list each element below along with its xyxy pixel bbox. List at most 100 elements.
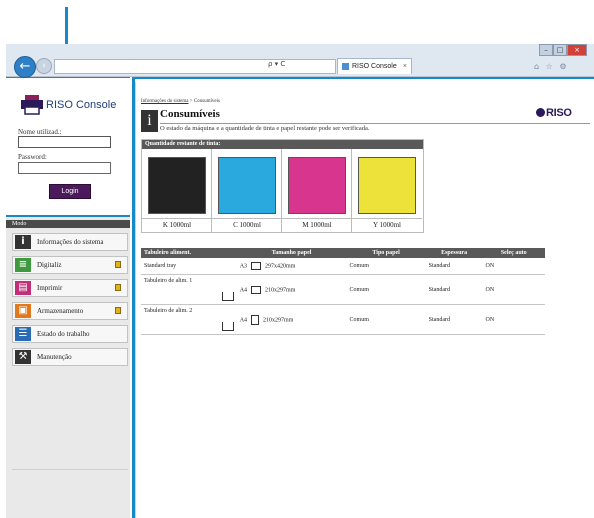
column-header: Tipo papel <box>346 248 426 258</box>
tab-close-icon[interactable]: × <box>403 59 407 75</box>
title-divider <box>160 123 590 124</box>
ink-remaining-panel: Quantidade restante de tinta: K 1000ml C … <box>141 139 424 233</box>
ink-level-swatch <box>288 157 346 214</box>
breadcrumb: Informações do sistema > Consumíveis <box>141 99 220 104</box>
favicon-icon <box>342 62 349 70</box>
paper-size: A4 <box>239 286 248 293</box>
paper-orientation-icon <box>251 314 260 325</box>
menu-item-label: Manutenção <box>37 353 72 361</box>
menu-header: Modo <box>6 220 130 228</box>
browser-toolbar: ← › ρ ▾ C RISO Console × – □ × ⌂ ☆ ⚙ <box>6 44 594 78</box>
menu-item-storage[interactable]: ▣ Armazenamento <box>12 302 128 320</box>
ink-panel-header: Quantidade restante de tinta: <box>142 140 423 149</box>
paper-type-cell: Comum <box>346 258 426 275</box>
menu-item-info[interactable]: i Informações do sistema <box>12 233 128 251</box>
page-description: O estado da máquina e a quantidade de ti… <box>160 125 370 132</box>
window-maximize-button[interactable]: □ <box>553 44 567 56</box>
ink-cartridge: M 1000ml <box>282 149 352 232</box>
menu-item-label: Armazenamento <box>37 307 84 315</box>
paper-dimensions: 297x420mm <box>265 263 296 270</box>
paper-size-cell: A4 210x297mm <box>236 274 347 305</box>
menu-item-label: Estado do trabalho <box>37 330 90 338</box>
back-button[interactable]: ← <box>14 56 36 78</box>
ink-label: Y 1000ml <box>352 218 422 233</box>
breadcrumb-link-system-info[interactable]: Informações do sistema <box>141 99 189 104</box>
menu-item-label: Informações do sistema <box>37 238 104 246</box>
paper-type-cell: Comum <box>346 274 426 305</box>
info-icon: i <box>15 235 31 249</box>
address-controls[interactable]: ρ ▾ C <box>268 60 285 68</box>
column-header: Seleç auto <box>482 248 545 258</box>
storage-icon: ▣ <box>15 304 31 318</box>
address-bar[interactable] <box>54 59 336 74</box>
paper-dimensions: 210x297mm <box>265 286 296 293</box>
password-input[interactable] <box>18 162 111 174</box>
job-status-icon: ☰ <box>15 327 31 341</box>
ink-label: C 1000ml <box>212 218 282 233</box>
paper-orientation-icon <box>251 285 262 294</box>
tray-name: Standard tray <box>144 263 177 269</box>
browser-tab[interactable]: RISO Console × <box>337 58 412 74</box>
column-header: Espessura <box>425 248 483 258</box>
riso-brand-text: RISO <box>546 107 572 119</box>
table-row[interactable]: Tabuleiro de alim. 1 A4 210x297mm Comum Stan… <box>141 274 545 305</box>
menu-item-job-status[interactable]: ☰ Estado do trabalho <box>12 325 128 343</box>
login-panel: RISO Console Nome utilizad.: Password: L… <box>6 78 130 215</box>
auto-select-cell: ON <box>482 274 545 305</box>
paper-size-cell: A3 297x420mm <box>236 258 347 275</box>
mode-menu: Modo i Informações do sistema ≡ Digitaliz ▤ I… <box>6 217 130 518</box>
tray-name: Tabuleiro de alim. 1 <box>144 278 193 284</box>
table-row[interactable]: Standard tray A3 297x420mm Comum Standard ON <box>141 258 545 275</box>
paper-type-cell: Comum <box>346 304 426 335</box>
password-label: Password: <box>18 153 47 161</box>
tray-name-cell: Tabuleiro de alim. 2 <box>141 304 237 335</box>
main-content: Informações do sistema > Consumíveis i C… <box>135 82 593 518</box>
back-arrow-icon: ← <box>19 59 31 74</box>
printer-logo-icon <box>21 95 43 115</box>
paper-tray-icon <box>221 292 234 301</box>
browser-toolbar-icons[interactable]: ⌂ ☆ ⚙ <box>534 62 569 71</box>
app-logo-text: RISO Console <box>46 99 117 111</box>
menu-item-label: Digitaliz <box>37 261 62 269</box>
ink-cartridge: K 1000ml <box>142 149 212 232</box>
lock-icon <box>115 307 121 314</box>
page-title: Consumíveis <box>160 108 220 120</box>
column-header: Tabuleiro aliment. <box>141 248 237 258</box>
ink-level-swatch <box>358 157 416 214</box>
lock-icon <box>115 284 121 291</box>
tray-name-cell: Tabuleiro de alim. 1 <box>141 274 237 305</box>
riso-brand-logo: RISO <box>536 107 572 119</box>
ink-label: K 1000ml <box>142 218 212 233</box>
lock-icon <box>115 261 121 268</box>
window-minimize-button[interactable]: – <box>539 44 553 56</box>
paper-tray-icon <box>221 322 234 331</box>
paper-tray-table: Tabuleiro aliment. Tamanho papel Tipo pape… <box>141 248 545 335</box>
auto-select-cell: ON <box>482 258 545 275</box>
ink-cartridge: Y 1000ml <box>352 149 422 232</box>
username-input[interactable] <box>18 136 111 148</box>
menu-item-maintenance[interactable]: ⚒ Manutenção <box>12 348 128 366</box>
tray-name-cell: Standard tray <box>141 258 237 275</box>
tray-name: Tabuleiro de alim. 2 <box>144 308 193 314</box>
info-icon: i <box>141 110 158 132</box>
auto-select-cell: ON <box>482 304 545 335</box>
paper-size: A3 <box>239 263 248 270</box>
paper-size-cell: A4 210x297mm <box>236 304 347 335</box>
window-close-button[interactable]: × <box>567 44 587 56</box>
table-row[interactable]: Tabuleiro de alim. 2 A4 210x297mm Comum Stan… <box>141 304 545 335</box>
menu-item-scan[interactable]: ≡ Digitaliz <box>12 256 128 274</box>
paper-thickness-cell: Standard <box>425 258 483 275</box>
breadcrumb-current: > Consumíveis <box>188 99 220 104</box>
forward-button[interactable]: › <box>36 58 52 74</box>
ink-cartridge: C 1000ml <box>212 149 282 232</box>
ink-level-swatch <box>148 157 206 214</box>
ink-level-swatch <box>218 157 276 214</box>
paper-thickness-cell: Standard <box>425 304 483 335</box>
login-button[interactable]: Login <box>49 184 91 199</box>
tab-title: RISO Console <box>352 63 397 70</box>
paper-size: A4 <box>239 316 248 323</box>
menu-item-print[interactable]: ▤ Imprimir <box>12 279 128 297</box>
riso-logo-mark-icon <box>536 108 545 117</box>
ink-label: M 1000ml <box>282 218 352 233</box>
menu-item-label: Imprimir <box>37 284 63 292</box>
